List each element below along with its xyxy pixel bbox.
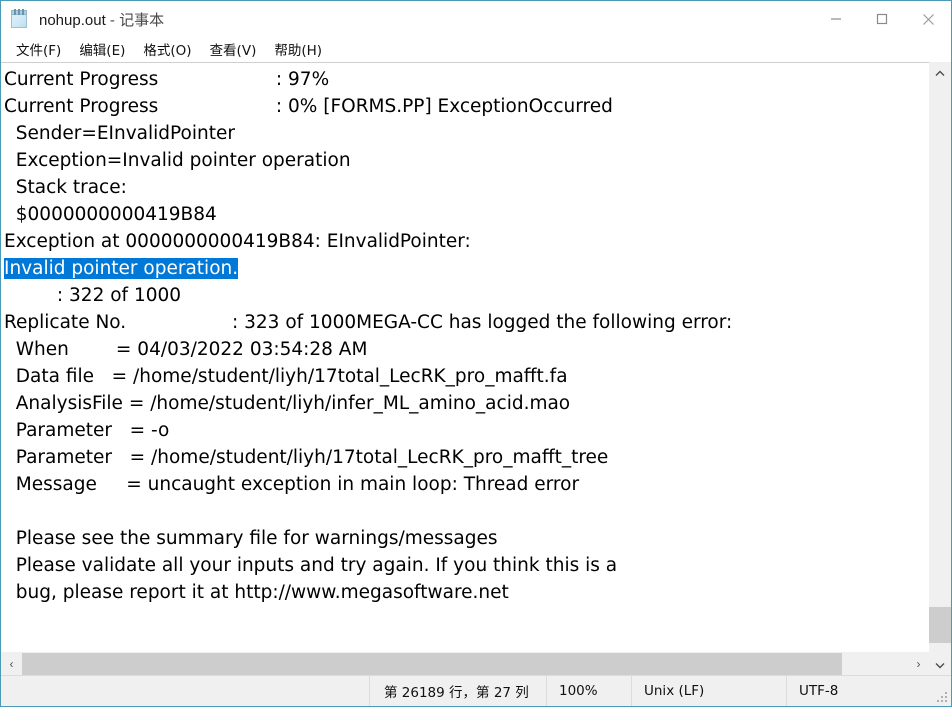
editor-line: Exception=Invalid pointer operation xyxy=(4,150,351,171)
horizontal-scroll-track[interactable] xyxy=(22,653,908,675)
scroll-up-icon[interactable] xyxy=(929,63,951,83)
resize-grip-icon[interactable] xyxy=(937,692,949,704)
window-controls xyxy=(813,1,951,37)
editor-line: When = 04/03/2022 03:54:28 AM xyxy=(4,339,368,360)
window-title-file: nohup.out xyxy=(39,11,106,29)
editor-line: Exception at 0000000000419B84: EInvalidP… xyxy=(4,231,471,252)
editor-line: Sender=EInvalidPointer xyxy=(4,123,235,144)
menu-item-format[interactable]: 格式(O) xyxy=(134,37,200,62)
notepad-window: nohup.out - 记事本 文件(F) 编辑(E) 格式(O) 查看(V) … xyxy=(0,0,952,707)
editor-line: Invalid pointer operation. xyxy=(1,255,929,282)
window-title: nohup.out - 记事本 xyxy=(39,9,164,30)
editor-line: AnalysisFile = /home/student/liyh/infer_… xyxy=(4,393,571,414)
editor-line: Message = uncaught exception in main loo… xyxy=(4,474,580,495)
minimize-button[interactable] xyxy=(813,1,859,37)
maximize-button[interactable] xyxy=(859,1,905,37)
menu-item-file[interactable]: 文件(F) xyxy=(7,37,70,62)
scroll-left-icon[interactable]: ‹ xyxy=(1,653,22,675)
editor-line: Parameter = /home/student/liyh/17total_L… xyxy=(4,447,609,468)
menu-item-view[interactable]: 查看(V) xyxy=(201,37,266,62)
editor-wrapper: Current Progress : 97% Current Progress :… xyxy=(1,62,929,675)
editor-line: $0000000000419B84 xyxy=(4,204,217,225)
status-line-ending[interactable]: Unix (LF) xyxy=(631,676,786,706)
close-button[interactable] xyxy=(905,1,951,37)
editor-line: Parameter = -o xyxy=(4,420,170,441)
text-editor[interactable]: Current Progress : 97% Current Progress :… xyxy=(1,63,929,652)
status-bar: 第 26189 行，第 27 列 100% Unix (LF) UTF-8 xyxy=(1,675,951,706)
editor-line: : 322 of 1000 xyxy=(4,285,182,306)
vertical-scrollbar[interactable] xyxy=(929,62,951,675)
title-bar[interactable]: nohup.out - 记事本 xyxy=(1,1,951,37)
editor-line: Current Progress : 0% [FORMS.PP] Excepti… xyxy=(4,96,613,117)
notepad-icon xyxy=(9,8,31,31)
editor-line: Current Progress : 97% xyxy=(4,69,330,90)
scroll-down-icon[interactable] xyxy=(929,655,951,675)
menu-item-edit[interactable]: 编辑(E) xyxy=(70,37,134,62)
status-spacer xyxy=(1,676,369,706)
editor-area: Current Progress : 97% Current Progress :… xyxy=(1,62,951,675)
editor-line: Stack trace: xyxy=(4,177,127,198)
status-cursor-position: 第 26189 行，第 27 列 xyxy=(369,676,546,706)
editor-line: Please validate all your inputs and try … xyxy=(4,555,618,576)
window-title-suffix: - 记事本 xyxy=(105,11,165,29)
status-zoom-level[interactable]: 100% xyxy=(546,676,631,706)
menu-bar: 文件(F) 编辑(E) 格式(O) 查看(V) 帮助(H) xyxy=(1,37,951,62)
menu-item-help[interactable]: 帮助(H) xyxy=(265,37,331,62)
editor-line: bug, please report it at http://www.mega… xyxy=(4,582,509,603)
vertical-scroll-track[interactable] xyxy=(929,83,951,655)
horizontal-scroll-thumb[interactable] xyxy=(22,653,842,675)
status-encoding[interactable]: UTF-8 xyxy=(786,676,951,706)
horizontal-scrollbar[interactable]: ‹ › xyxy=(1,652,929,675)
editor-line: Replicate No. : 323 of 1000MEGA-CC has l… xyxy=(4,312,733,333)
vertical-scroll-thumb[interactable] xyxy=(929,607,951,643)
scroll-right-icon[interactable]: › xyxy=(908,653,929,675)
editor-line: Please see the summary file for warnings… xyxy=(4,528,498,549)
editor-line: Data file = /home/student/liyh/17total_L… xyxy=(4,366,568,387)
selected-text: Invalid pointer operation. xyxy=(4,258,239,279)
